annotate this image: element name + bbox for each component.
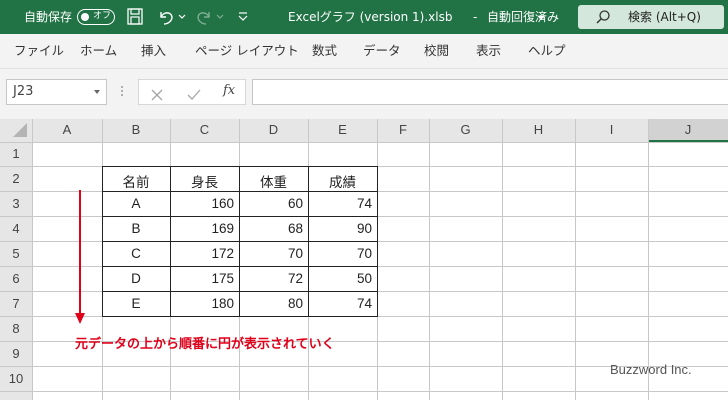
row-header-8[interactable]: 8 — [0, 321, 32, 336]
table-cell[interactable]: 70 — [308, 246, 372, 261]
row-header-2[interactable]: 2 — [0, 171, 32, 186]
column-header-h[interactable]: H — [502, 122, 575, 137]
column-header-g[interactable]: G — [429, 122, 502, 137]
column-header-j[interactable]: J — [648, 122, 728, 137]
row-header-10[interactable]: 10 — [0, 371, 32, 386]
down-arrow-head-icon — [75, 313, 85, 324]
table-cell[interactable]: 60 — [239, 196, 303, 211]
table-cell[interactable]: A — [102, 196, 170, 211]
row-header-3[interactable]: 3 — [0, 196, 32, 211]
column-header-i[interactable]: I — [575, 122, 648, 137]
table-cell[interactable]: 90 — [308, 221, 372, 236]
table-header-cell[interactable]: 体重 — [239, 171, 308, 191]
table-cell[interactable]: 70 — [239, 246, 303, 261]
table-header-cell[interactable]: 成績 — [308, 171, 377, 191]
row-header-1[interactable]: 1 — [0, 146, 32, 161]
table-cell[interactable]: 172 — [170, 246, 234, 261]
table-cell[interactable]: 72 — [239, 271, 303, 286]
column-header-d[interactable]: D — [239, 122, 308, 137]
annotation-text: 元データの上から順番に円が表示されていく — [75, 337, 335, 352]
row-header-6[interactable]: 6 — [0, 271, 32, 286]
table-cell[interactable]: 169 — [170, 221, 234, 236]
row-header-9[interactable]: 9 — [0, 346, 32, 361]
table-cell[interactable]: D — [102, 271, 170, 286]
table-cell[interactable]: 74 — [308, 196, 372, 211]
column-header-e[interactable]: E — [308, 122, 377, 137]
row-header-4[interactable]: 4 — [0, 221, 32, 236]
table-cell[interactable]: 180 — [170, 296, 234, 311]
table-cell[interactable]: 80 — [239, 296, 303, 311]
table-header-cell[interactable]: 身長 — [170, 171, 239, 191]
table-cell[interactable]: C — [102, 246, 170, 261]
table-cell[interactable]: 50 — [308, 271, 372, 286]
column-header-b[interactable]: B — [102, 122, 170, 137]
column-header-a[interactable]: A — [32, 122, 102, 137]
table-cell[interactable]: 160 — [170, 196, 234, 211]
table-cell[interactable]: B — [102, 221, 170, 236]
column-header-f[interactable]: F — [377, 122, 429, 137]
table-cell[interactable]: 74 — [308, 296, 372, 311]
row-header-5[interactable]: 5 — [0, 246, 32, 261]
row-header-7[interactable]: 7 — [0, 296, 32, 311]
table-cell[interactable]: 68 — [239, 221, 303, 236]
table-header-cell[interactable]: 名前 — [102, 171, 170, 191]
watermark: Buzzword Inc. — [610, 362, 692, 377]
table-cell[interactable]: E — [102, 296, 170, 311]
column-header-c[interactable]: C — [170, 122, 239, 137]
table-cell[interactable]: 175 — [170, 271, 234, 286]
